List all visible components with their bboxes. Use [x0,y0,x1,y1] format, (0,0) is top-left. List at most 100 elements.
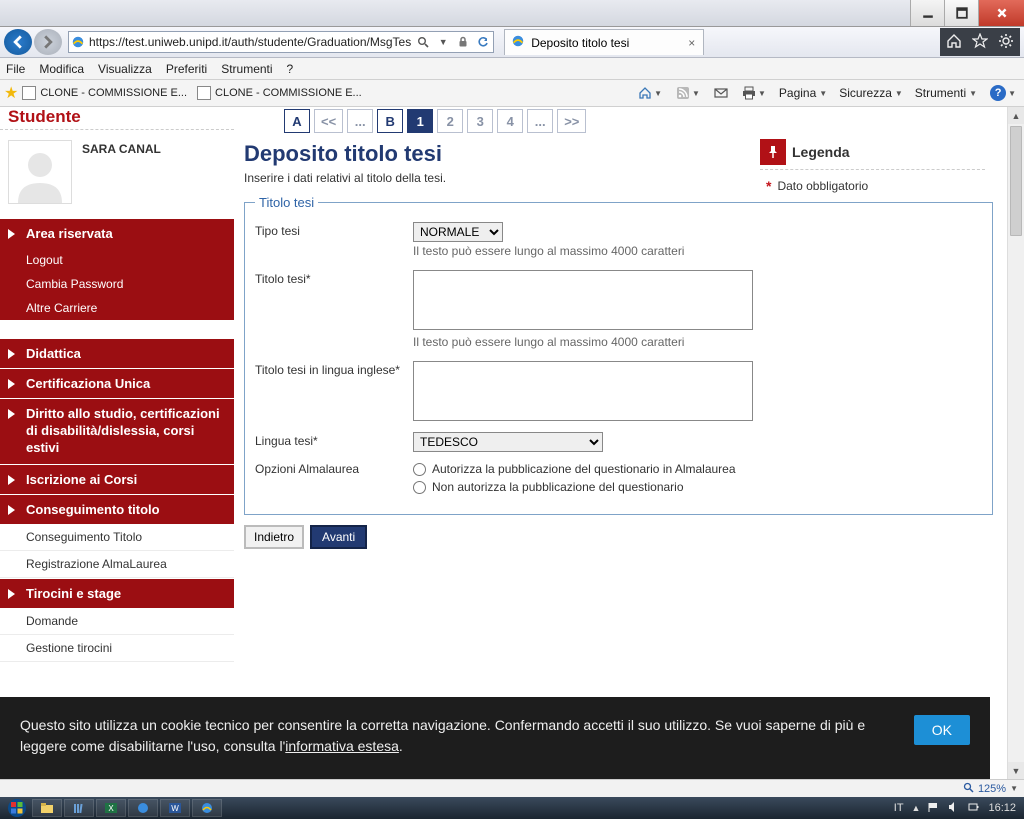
cookie-banner: Questo sito utilizza un cookie tecnico p… [0,697,990,779]
menu-preferiti[interactable]: Preferiti [166,62,207,76]
status-bar: 125% ▼ [0,779,1024,797]
window-maximize-button[interactable] [944,0,978,26]
titolo-tesi-en-label: Titolo tesi in lingua inglese* [255,361,413,377]
sidebar-domande[interactable]: Domande [0,608,234,635]
sidebar-conseguimento-titolo-sub[interactable]: Conseguimento Titolo [0,524,234,551]
cookie-text: Questo sito utilizza un cookie tecnico p… [20,715,894,757]
scroll-up-icon[interactable]: ▲ [1008,107,1024,124]
start-button[interactable] [4,798,30,818]
favorite-link-1[interactable]: CLONE - COMMISSIONE E... [22,86,187,100]
titolo-tesi-hint: Il testo può essere lungo al massimo 400… [413,333,982,353]
scroll-down-icon[interactable]: ▼ [1008,762,1024,779]
nav-back-button[interactable] [4,29,32,55]
tray-clock[interactable]: 16:12 [988,802,1016,814]
sidebar-didattica[interactable]: Didattica [0,338,234,368]
sidebar-tirocini-stage[interactable]: Tirocini e stage [0,578,234,608]
menu-strumenti[interactable]: Strumenti [221,62,272,76]
wizard-dots: ... [347,109,373,133]
cmd-home-icon[interactable]: ▼ [634,84,666,102]
wizard-step-1[interactable]: 1 [407,109,433,133]
address-bar[interactable]: https://test.uniweb.unipd.it/auth/studen… [68,31,494,53]
cookie-info-link[interactable]: informativa estesa [285,738,399,754]
tipo-tesi-hint: Il testo può essere lungo al massimo 400… [413,242,982,262]
avatar-placeholder-icon [8,140,72,204]
favorite-link-2[interactable]: CLONE - COMMISSIONE E... [197,86,362,100]
sidebar-gestione-tirocini[interactable]: Gestione tirocini [0,635,234,662]
menu-visualizza[interactable]: Visualizza [98,62,152,76]
vertical-scrollbar[interactable]: ▲ ▼ [1007,107,1024,779]
wizard-step-4[interactable]: 4 [497,109,523,133]
tray-flag-icon[interactable] [928,801,940,816]
titolo-tesi-fieldset: Titolo tesi Tipo tesi NORMALE Il testo p… [244,195,993,515]
menu-help[interactable]: ? [287,62,294,76]
zoom-dropdown-icon[interactable]: ▼ [1010,784,1018,793]
tray-battery-icon[interactable] [968,801,980,816]
scroll-thumb[interactable] [1010,126,1022,236]
favorite-label: CLONE - COMMISSIONE E... [40,87,187,99]
avanti-button[interactable]: Avanti [310,525,367,549]
sidebar-heading: Studente [0,107,234,130]
add-favorite-icon[interactable]: ★ [4,83,18,103]
nav-forward-button[interactable] [34,29,62,55]
tools-gear-icon[interactable] [998,33,1014,52]
asterisk-icon: * [766,178,771,194]
lingua-tesi-select[interactable]: TEDESCO [413,432,603,452]
search-icon[interactable] [413,32,433,52]
indietro-button[interactable]: Indietro [244,525,304,549]
taskbar-explorer-icon[interactable] [32,799,62,817]
taskbar-word-icon[interactable]: W [160,799,190,817]
taskbar-excel-icon[interactable]: X [96,799,126,817]
cmd-feeds-icon[interactable]: ▼ [672,84,704,102]
tipo-tesi-select[interactable]: NORMALE [413,222,503,242]
cmd-pagina[interactable]: Pagina▼ [776,86,830,100]
cookie-ok-button[interactable]: OK [914,715,970,745]
cmd-print-icon[interactable]: ▼ [738,84,770,102]
cmd-strumenti[interactable]: Strumenti▼ [912,86,980,100]
menu-file[interactable]: File [6,62,25,76]
cmd-mail-icon[interactable] [710,84,732,102]
favorites-star-icon[interactable] [972,33,988,52]
browser-menu-bar: File Modifica Visualizza Preferiti Strum… [0,58,1024,80]
tab-close-icon[interactable]: × [680,36,695,50]
cmd-help-icon[interactable]: ?▼ [986,83,1020,103]
taskbar-ie-icon[interactable] [192,799,222,817]
taskbar-app-icon[interactable] [128,799,158,817]
zoom-icon[interactable] [963,782,974,796]
legend-pin-icon [760,139,786,165]
zoom-level: 125% [978,783,1006,795]
tab-title: Deposito titolo tesi [531,36,629,50]
wizard-step-a[interactable]: A [284,109,310,133]
taskbar-library-icon[interactable] [64,799,94,817]
cmd-sicurezza[interactable]: Sicurezza▼ [836,86,906,100]
window-close-button[interactable] [978,0,1024,26]
window-minimize-button[interactable] [910,0,944,26]
sidebar-iscrizione-corsi[interactable]: Iscrizione ai Corsi [0,464,234,494]
home-icon[interactable] [946,33,962,52]
sidebar-area-riservata[interactable]: Area riservata [0,218,234,248]
tray-chevron-up-icon[interactable]: ▲ [912,803,921,813]
radio-non-autorizza[interactable]: Non autorizza la pubblicazione del quest… [413,478,982,496]
legend-title: Legenda [792,144,850,160]
refresh-icon[interactable] [473,32,493,52]
sidebar-conseguimento-titolo[interactable]: Conseguimento titolo [0,494,234,524]
titolo-tesi-textarea[interactable] [413,270,753,330]
sidebar-altre-carriere[interactable]: Altre Carriere [0,296,234,320]
page-content: Studente SARA CANAL Area riservata Logou… [0,107,1007,779]
tray-lang[interactable]: IT [894,802,904,814]
wizard-prev[interactable]: << [314,109,343,133]
tray-volume-icon[interactable] [948,801,960,816]
wizard-step-2[interactable]: 2 [437,109,463,133]
radio-autorizza[interactable]: Autorizza la pubblicazione del questiona… [413,460,982,478]
sidebar-cambia-password[interactable]: Cambia Password [0,272,234,296]
user-name: SARA CANAL [82,140,161,204]
sidebar-certificazione-unica[interactable]: Certificaziona Unica [0,368,234,398]
sidebar-diritto-studio[interactable]: Diritto allo studio, certificazioni di d… [0,398,234,464]
sidebar-logout[interactable]: Logout [0,248,234,272]
menu-modifica[interactable]: Modifica [39,62,84,76]
wizard-next[interactable]: >> [557,109,586,133]
titolo-tesi-en-textarea[interactable] [413,361,753,421]
wizard-step-3[interactable]: 3 [467,109,493,133]
wizard-step-b[interactable]: B [377,109,403,133]
browser-tab[interactable]: Deposito titolo tesi × [504,29,704,55]
sidebar-registrazione-almalaurea[interactable]: Registrazione AlmaLaurea [0,551,234,578]
